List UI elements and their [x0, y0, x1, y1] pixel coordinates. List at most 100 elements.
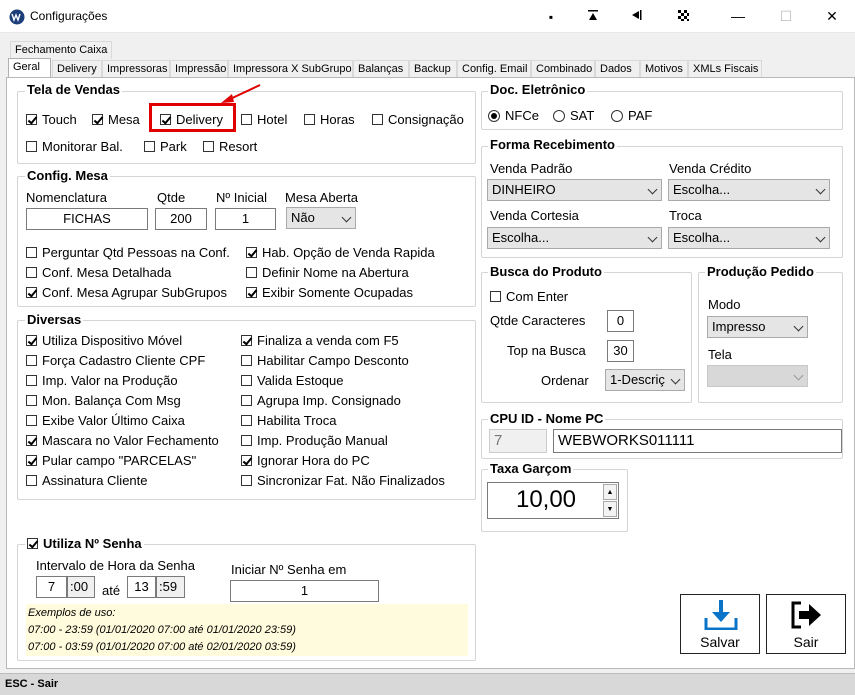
checkbox-box[interactable]: [26, 267, 37, 278]
checkbox-box[interactable]: [241, 475, 252, 486]
checkbox-box[interactable]: [246, 247, 257, 258]
checkbox-box[interactable]: [26, 415, 37, 426]
checkbox-perguntar-qtd-pessoas[interactable]: Perguntar Qtd Pessoas na Conf.: [26, 245, 230, 260]
tab-config-email[interactable]: Config. Email: [457, 60, 531, 78]
tab-xmls-fiscais[interactable]: XMLs Fiscais: [688, 60, 762, 78]
checkbox-box[interactable]: [26, 455, 37, 466]
checkbox-exibir-ocupadas[interactable]: Exibir Somente Ocupadas: [246, 285, 413, 300]
checkbox-box[interactable]: [490, 291, 501, 302]
close-button[interactable]: ✕: [809, 0, 855, 33]
checkbox-diversas-3[interactable]: Habilitar Campo Desconto: [241, 353, 409, 368]
minuto-fim-field[interactable]: :59: [156, 576, 185, 598]
tab-combinado[interactable]: Combinado: [531, 60, 595, 78]
sair-button[interactable]: Sair: [766, 594, 846, 654]
checkbox-touch[interactable]: Touch: [26, 112, 77, 127]
tab-fechamento-caixa[interactable]: Fechamento Caixa: [10, 41, 113, 59]
checkbox-diversas-1[interactable]: Finaliza a venda com F5: [241, 333, 399, 348]
checkbox-park[interactable]: Park: [144, 139, 187, 154]
mesa-aberta-select[interactable]: Não: [286, 207, 356, 229]
checkbox-box[interactable]: [241, 114, 252, 125]
checkbox-diversas-9[interactable]: Habilita Troca: [241, 413, 336, 428]
checkbox-diversas-0[interactable]: Utiliza Dispositivo Móvel: [26, 333, 182, 348]
checkbox-box[interactable]: [241, 355, 252, 366]
checkbox-box[interactable]: [246, 267, 257, 278]
checkbox-box[interactable]: [27, 538, 38, 549]
radio-button[interactable]: [611, 109, 623, 122]
spin-up-icon[interactable]: ▲: [603, 484, 617, 500]
checkbox-box[interactable]: [160, 114, 171, 125]
tab-dados[interactable]: Dados: [595, 60, 640, 78]
checkbox-hotel[interactable]: Hotel: [241, 112, 287, 127]
hora-inicio-input[interactable]: 7: [36, 576, 67, 598]
troca-select[interactable]: Escolha...: [668, 227, 830, 249]
salvar-button[interactable]: Salvar: [680, 594, 760, 654]
checkbox-box[interactable]: [304, 114, 315, 125]
checkbox-diversas-12[interactable]: Pular campo "PARCELAS": [26, 453, 196, 468]
qtde-input[interactable]: 200: [155, 208, 207, 230]
checkbox-box[interactable]: [26, 114, 37, 125]
maximize-button[interactable]: ☐: [763, 0, 809, 33]
move-top-icon[interactable]: [582, 6, 604, 28]
checkbox-utiliza-senha[interactable]: Utiliza Nº Senha: [25, 536, 144, 551]
checkbox-horas[interactable]: Horas: [304, 112, 355, 127]
checkbox-box[interactable]: [26, 355, 37, 366]
nome-pc-input[interactable]: WEBWORKS011111: [553, 429, 842, 453]
checkbox-diversas-8[interactable]: Exibe Valor Último Caixa: [26, 413, 185, 428]
checkbox-box[interactable]: [26, 435, 37, 446]
checkbox-monitorar-bal[interactable]: Monitorar Bal.: [26, 139, 123, 154]
checkbox-mesa[interactable]: Mesa: [92, 112, 140, 127]
checkbox-diversas-5[interactable]: Valida Estoque: [241, 373, 344, 388]
checkbox-box[interactable]: [241, 395, 252, 406]
tab-backup[interactable]: Backup: [409, 60, 457, 78]
tab-impressora-subgrupo[interactable]: Impressora X SubGrupo: [228, 60, 353, 78]
modo-select[interactable]: Impresso: [707, 316, 808, 338]
checkbox-diversas-2[interactable]: Força Cadastro Cliente CPF: [26, 353, 205, 368]
checkbox-resort[interactable]: Resort: [203, 139, 257, 154]
minimize-small-icon[interactable]: ▪: [540, 6, 562, 28]
pin-icon[interactable]: [626, 6, 648, 28]
spin-down-icon[interactable]: ▼: [603, 501, 617, 517]
venda-padrao-select[interactable]: DINHEIRO: [487, 179, 662, 201]
checkbox-diversas-15[interactable]: Sincronizar Fat. Não Finalizados: [241, 473, 445, 488]
iniciar-senha-input[interactable]: 1: [230, 580, 379, 602]
minimize-button[interactable]: —: [715, 0, 761, 33]
checkbox-box[interactable]: [26, 335, 37, 346]
checkbox-box[interactable]: [26, 375, 37, 386]
hora-fim-input[interactable]: 13: [127, 576, 156, 598]
radio-sat[interactable]: SAT: [553, 108, 594, 123]
venda-credito-select[interactable]: Escolha...: [668, 179, 830, 201]
checkbox-box[interactable]: [241, 455, 252, 466]
checkbox-box[interactable]: [26, 287, 37, 298]
radio-button[interactable]: [488, 109, 500, 122]
checkbox-box[interactable]: [26, 247, 37, 258]
checkbox-box[interactable]: [241, 335, 252, 346]
checkbox-box[interactable]: [241, 435, 252, 446]
checker-icon[interactable]: [672, 6, 694, 28]
checkbox-diversas-6[interactable]: Mon. Balança Com Msg: [26, 393, 181, 408]
checkbox-box[interactable]: [241, 375, 252, 386]
ordenar-select[interactable]: 1-Descriç: [605, 369, 685, 391]
checkbox-conf-mesa-detalhada[interactable]: Conf. Mesa Detalhada: [26, 265, 171, 280]
checkbox-box[interactable]: [26, 141, 37, 152]
top-busca-input[interactable]: 30: [607, 340, 634, 362]
checkbox-diversas-4[interactable]: Imp. Valor na Produção: [26, 373, 178, 388]
checkbox-agrupar-subgrupos[interactable]: Conf. Mesa Agrupar SubGrupos: [26, 285, 227, 300]
minuto-inicio-field[interactable]: :00: [67, 576, 95, 598]
checkbox-diversas-14[interactable]: Assinatura Cliente: [26, 473, 148, 488]
checkbox-com-enter[interactable]: Com Enter: [490, 289, 568, 304]
checkbox-diversas-10[interactable]: Mascara no Valor Fechamento: [26, 433, 219, 448]
checkbox-box[interactable]: [203, 141, 214, 152]
radio-button[interactable]: [553, 109, 565, 122]
checkbox-box[interactable]: [241, 415, 252, 426]
checkbox-box[interactable]: [26, 475, 37, 486]
n-inicial-input[interactable]: 1: [215, 208, 276, 230]
checkbox-consignacao[interactable]: Consignação: [372, 112, 464, 127]
checkbox-box[interactable]: [144, 141, 155, 152]
nomenclatura-input[interactable]: FICHAS: [26, 208, 148, 230]
radio-nfce[interactable]: NFCe: [488, 108, 539, 123]
tela-select[interactable]: [707, 365, 808, 387]
checkbox-hab-venda-rapida[interactable]: Hab. Opção de Venda Rapida: [246, 245, 435, 260]
tab-motivos[interactable]: Motivos: [640, 60, 688, 78]
tab-balancas[interactable]: Balanças: [353, 60, 409, 78]
checkbox-box[interactable]: [92, 114, 103, 125]
